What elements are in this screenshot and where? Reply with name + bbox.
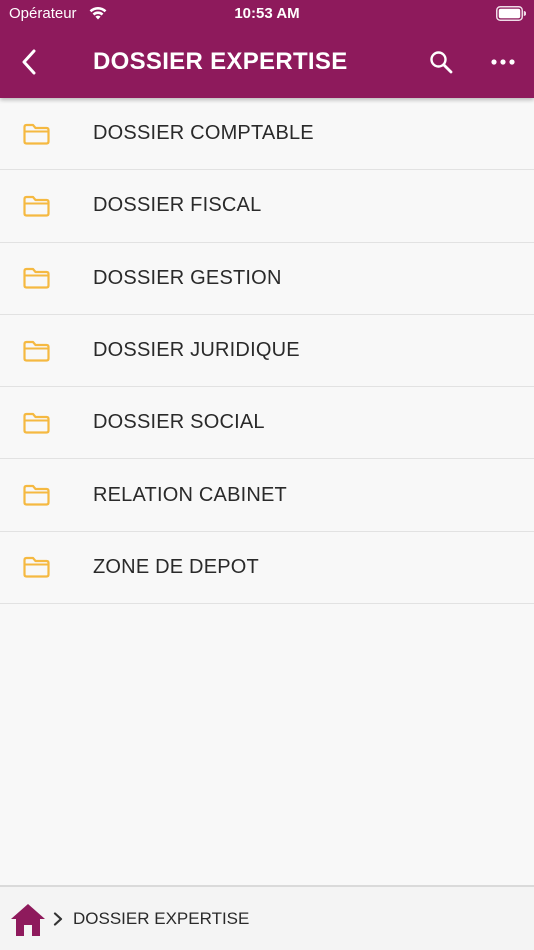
breadcrumb-current[interactable]: DOSSIER EXPERTISE xyxy=(73,909,249,929)
search-icon xyxy=(430,51,453,74)
folder-label: DOSSIER COMPTABLE xyxy=(93,122,314,145)
folder-label: RELATION CABINET xyxy=(93,483,287,506)
search-button[interactable] xyxy=(425,46,457,78)
folder-icon xyxy=(23,268,50,289)
home-icon xyxy=(11,904,45,936)
folder-icon xyxy=(23,485,50,506)
folder-row-dossier-juridique[interactable]: DOSSIER JURIDIQUE xyxy=(0,314,534,388)
folder-icon xyxy=(23,123,50,145)
more-horizontal-icon xyxy=(491,59,515,65)
folder-icon xyxy=(23,340,50,362)
folder-label: DOSSIER JURIDIQUE xyxy=(93,339,300,362)
chevron-left-icon xyxy=(22,49,36,75)
folder-label: ZONE DE DEPOT xyxy=(93,555,259,578)
folder-icon xyxy=(23,557,50,579)
folder-label: DOSSIER FISCAL xyxy=(93,194,262,217)
folder-label: DOSSIER GESTION xyxy=(93,266,282,289)
folder-icon xyxy=(23,412,50,434)
folder-list: DOSSIER COMPTABLE DOSSIER FISCAL DOSSIER… xyxy=(0,98,534,605)
folder-icon xyxy=(23,195,50,217)
folder-row-dossier-social[interactable]: DOSSIER SOCIAL xyxy=(0,387,534,460)
battery-icon xyxy=(496,6,526,21)
status-time: 10:53 AM xyxy=(234,5,300,22)
folder-label: DOSSIER SOCIAL xyxy=(93,411,265,434)
folder-row-dossier-comptable[interactable]: DOSSIER COMPTABLE xyxy=(0,98,534,171)
nav-bar: DOSSIER EXPERTISE xyxy=(0,28,534,98)
chevron-right-icon xyxy=(53,912,63,926)
folder-row-dossier-gestion[interactable]: DOSSIER GESTION xyxy=(0,242,534,315)
folder-row-dossier-fiscal[interactable]: DOSSIER FISCAL xyxy=(0,170,534,243)
folder-row-zone-de-depot[interactable]: ZONE DE DEPOT xyxy=(0,531,534,605)
app-header: Opérateur 10:53 AM DOSSIER EXPERTISE xyxy=(0,0,534,98)
more-options-button[interactable] xyxy=(486,46,520,78)
back-button[interactable] xyxy=(14,45,44,79)
page-title: DOSSIER EXPERTISE xyxy=(93,48,348,75)
breadcrumb: DOSSIER EXPERTISE xyxy=(0,885,534,950)
home-button[interactable] xyxy=(10,903,46,937)
status-bar: Opérateur 10:53 AM xyxy=(0,0,534,28)
folder-row-relation-cabinet[interactable]: RELATION CABINET xyxy=(0,459,534,532)
